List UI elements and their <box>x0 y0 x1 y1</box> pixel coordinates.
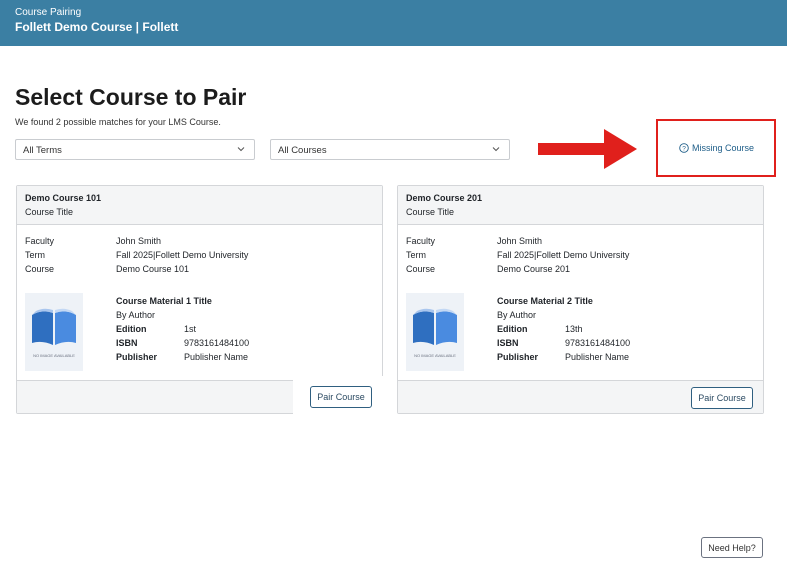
missing-course-label: Missing Course <box>692 143 755 153</box>
no-image-text: NO IMAGE AVAILABLE <box>33 353 75 358</box>
need-help-button[interactable]: Need Help? <box>701 537 763 558</box>
isbn-label: ISBN <box>116 338 138 348</box>
isbn-label: ISBN <box>497 338 519 348</box>
missing-course-link[interactable]: ? Missing Course <box>679 143 754 153</box>
course-name: Demo Course 201 <box>406 193 483 203</box>
header-subtitle: Course Pairing <box>15 7 82 18</box>
course-card-header: Demo Course 101 Course Title <box>17 186 382 225</box>
course-value: Demo Course 101 <box>116 264 190 274</box>
page-title: Select Course to Pair <box>15 84 247 110</box>
edition-value: 13th <box>565 324 583 334</box>
chevron-down-icon <box>492 147 500 152</box>
course-card: Demo Course 201 Course Title Faculty Joh… <box>397 185 764 414</box>
course-title: Course Title <box>406 207 455 217</box>
no-image-text: NO IMAGE AVAILABLE <box>414 353 456 358</box>
publisher-label: Publisher <box>116 352 158 362</box>
open-book-icon <box>413 308 457 345</box>
material-title: Course Material 2 Title <box>497 296 593 306</box>
app-header: Course Pairing Follett Demo Course | Fol… <box>0 0 787 46</box>
course-label: Course <box>25 264 55 274</box>
header-title: Follett Demo Course | Follett <box>15 20 179 34</box>
courses-dropdown[interactable]: All Courses <box>270 139 510 160</box>
terms-dropdown-value: All Terms <box>23 145 62 156</box>
faculty-label: Faculty <box>25 236 55 246</box>
material-author: By Author <box>497 310 537 320</box>
isbn-value: 9783161484100 <box>565 338 631 348</box>
courses-dropdown-value: All Courses <box>278 145 327 156</box>
course-label: Course <box>406 264 436 274</box>
faculty-value: John Smith <box>497 236 543 246</box>
publisher-label: Publisher <box>497 352 539 362</box>
material-author: By Author <box>116 310 156 320</box>
svg-text:?: ? <box>682 145 686 152</box>
term-label: Term <box>406 250 426 260</box>
edition-label: Edition <box>497 324 528 334</box>
course-name: Demo Course 101 <box>25 193 102 203</box>
terms-dropdown[interactable]: All Terms <box>15 139 255 160</box>
course-title: Course Title <box>25 207 74 217</box>
faculty-value: John Smith <box>116 236 162 246</box>
match-count-text: We found 2 possible matches for your LMS… <box>15 117 221 127</box>
book-image: NO IMAGE AVAILABLE <box>25 293 83 371</box>
pair-course-button[interactable]: Pair Course <box>310 386 372 408</box>
course-value: Demo Course 201 <box>497 264 571 274</box>
material-title: Course Material 1 Title <box>116 296 212 306</box>
publisher-value: Publisher Name <box>565 352 630 362</box>
book-image: NO IMAGE AVAILABLE <box>406 293 464 371</box>
publisher-value: Publisher Name <box>184 352 249 362</box>
edition-label: Edition <box>116 324 147 334</box>
course-card-header: Demo Course 201 Course Title <box>398 186 763 225</box>
isbn-value: 9783161484100 <box>184 338 250 348</box>
term-label: Term <box>25 250 45 260</box>
term-value: Fall 2025|Follett Demo University <box>497 250 630 260</box>
open-book-icon <box>32 308 76 345</box>
edition-value: 1st <box>184 324 197 334</box>
red-arrow-icon <box>538 129 637 169</box>
chevron-down-icon <box>237 147 245 152</box>
term-value: Fall 2025|Follett Demo University <box>116 250 249 260</box>
help-circle-icon: ? <box>679 143 689 153</box>
faculty-label: Faculty <box>406 236 436 246</box>
pair-course-button[interactable]: Pair Course <box>691 387 753 409</box>
